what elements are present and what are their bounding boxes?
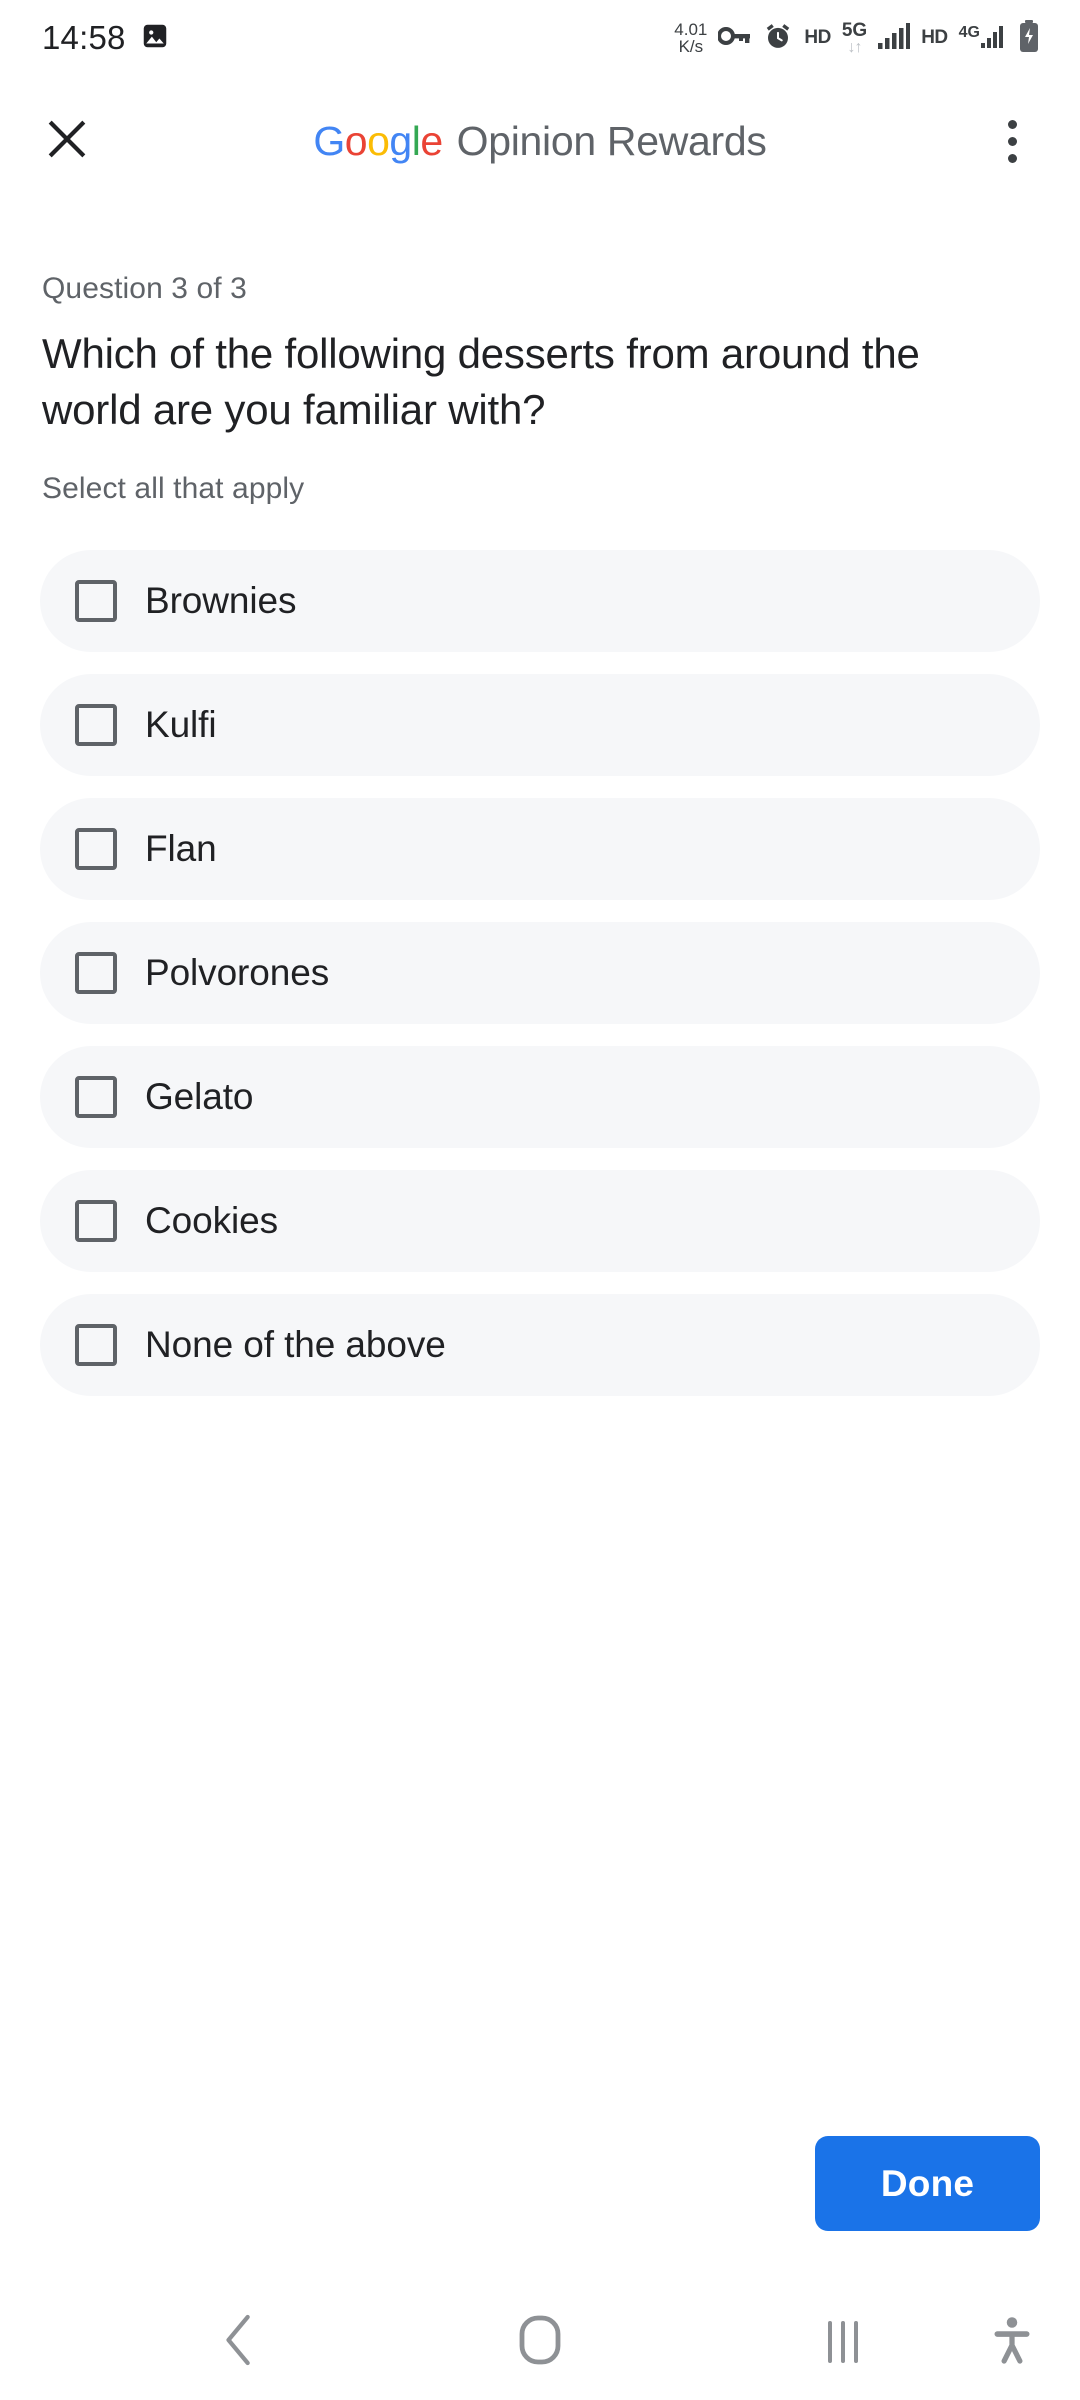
nav-home-button[interactable] [480, 2284, 600, 2400]
home-icon [518, 2314, 562, 2371]
data-transfer-arrows-icon: ↓↑ [847, 38, 863, 56]
checkbox-icon[interactable] [75, 1323, 117, 1366]
app-bar-title: Google Opinion Rewards [0, 118, 1080, 165]
question-counter: Question 3 of 3 [42, 272, 247, 305]
more-vert-icon-dot-2 [1007, 136, 1017, 146]
question-hint: Select all that apply [42, 471, 305, 505]
system-navigation-bar [0, 2284, 1080, 2400]
option-label: Cookies [145, 1199, 278, 1241]
network-gen-label: 5G [841, 19, 868, 41]
recents-icon [828, 2321, 858, 2363]
survey-content: Question 3 of 3 Which of the following d… [0, 206, 1080, 1396]
nav-recents-button[interactable] [783, 2284, 903, 2400]
checkbox-icon[interactable] [75, 1199, 117, 1242]
signal-bars-2-icon [981, 24, 1007, 53]
option-row[interactable]: Brownies [40, 549, 1040, 652]
network-5g-indicator: 5G ↓↑ [842, 21, 867, 56]
option-label: Kulfi [145, 703, 217, 745]
option-label: Flan [145, 827, 217, 869]
option-row[interactable]: Kulfi [40, 673, 1040, 776]
network-speed-value: 4.01 [674, 20, 708, 39]
signal-bars-icon [878, 22, 911, 54]
network-gen-2-label: 4G [958, 23, 980, 41]
checkbox-icon[interactable] [75, 951, 117, 994]
nav-back-button[interactable] [180, 2284, 300, 2400]
option-row[interactable]: Flan [40, 797, 1040, 900]
option-row[interactable]: Polvorones [40, 921, 1040, 1024]
more-options-button[interactable] [970, 99, 1054, 183]
image-icon [140, 21, 170, 56]
question-text: Which of the following desserts from aro… [42, 330, 920, 433]
option-label: Gelato [145, 1075, 254, 1117]
status-clock: 14:58 [42, 19, 126, 56]
done-button-label: Done [880, 2162, 975, 2204]
checkbox-icon[interactable] [75, 1075, 117, 1118]
network-4g-signal-indicator: 4G [959, 24, 1007, 53]
checkbox-icon[interactable] [75, 703, 117, 746]
option-label: Polvorones [145, 951, 330, 993]
more-vert-icon-dot-1 [1007, 119, 1017, 129]
checkbox-icon[interactable] [75, 579, 117, 622]
status-bar-right: 4.01 K/s HD 5G ↓↑ HD 4G [674, 19, 1040, 57]
option-list: Brownies Kulfi Flan Polvorones Gelato Cookies… [0, 549, 1080, 1396]
checkbox-icon[interactable] [75, 827, 117, 870]
hd-badge-icon: HD [804, 27, 831, 48]
option-label: Brownies [145, 579, 297, 621]
option-row[interactable]: Gelato [40, 1045, 1040, 1148]
network-speed-indicator: 4.01 K/s [674, 21, 707, 55]
battery-charging-icon [1018, 19, 1040, 57]
back-chevron-icon [217, 2311, 263, 2374]
option-label: None of the above [145, 1323, 446, 1365]
status-bar: 14:58 4.01 K/s HD 5G ↓↑ HD 4G [0, 0, 1080, 76]
done-button[interactable]: Done [815, 2136, 1040, 2231]
network-speed-unit: K/s [678, 37, 704, 56]
nav-accessibility-button[interactable] [952, 2284, 1072, 2400]
alarm-icon [763, 21, 793, 56]
status-bar-left: 14:58 [42, 19, 170, 57]
app-title-text: Opinion Rewards [456, 117, 767, 164]
hd-badge-2-icon: HD [921, 27, 948, 48]
google-logo: Google [313, 117, 443, 164]
accessibility-icon [991, 2315, 1033, 2370]
option-row[interactable]: Cookies [40, 1169, 1040, 1272]
option-row[interactable]: None of the above [40, 1293, 1040, 1396]
more-vert-icon-dot-3 [1007, 153, 1017, 163]
phone-screen: 14:58 4.01 K/s HD 5G ↓↑ HD 4G Google Opi… [0, 0, 1080, 2400]
vpn-key-icon [717, 23, 752, 54]
app-bar: Google Opinion Rewards [0, 76, 1080, 206]
